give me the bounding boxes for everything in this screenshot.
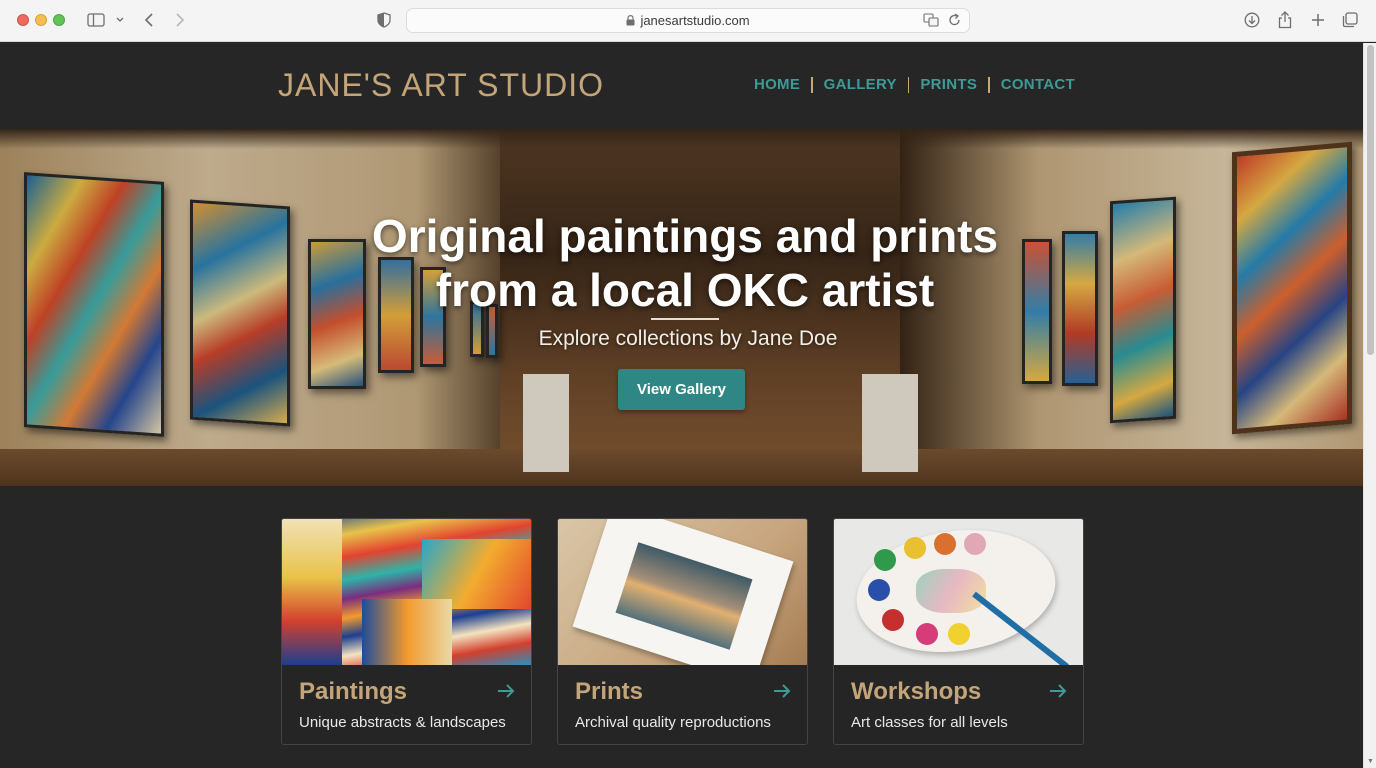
paint-blob: [934, 533, 956, 555]
close-window-button[interactable]: [17, 14, 29, 26]
translate-icon[interactable]: [923, 13, 939, 27]
paintings-image: [282, 519, 531, 665]
scroll-down-icon[interactable]: ▼: [1367, 758, 1374, 765]
hero-banner: Original paintings and prints from a loc…: [0, 129, 1363, 486]
prints-image: [558, 519, 807, 665]
hero-divider: [651, 318, 719, 320]
paint-blob: [948, 623, 970, 645]
sidebar-icon[interactable]: [86, 10, 106, 30]
url-text: janesartstudio.com: [640, 13, 750, 28]
new-tab-icon[interactable]: [1309, 10, 1327, 30]
arrow-right-icon[interactable]: [497, 684, 515, 703]
card-paintings[interactable]: Paintings Unique abstracts & landscapes: [281, 518, 532, 745]
card-description: Unique abstracts & landscapes: [299, 714, 506, 731]
paint-blob: [874, 549, 896, 571]
paint-stroke: [362, 599, 452, 665]
reload-icon[interactable]: [948, 13, 961, 27]
zoom-window-button[interactable]: [53, 14, 65, 26]
hero-title-line: from a local OKC artist: [435, 264, 935, 316]
address-bar[interactable]: janesartstudio.com: [406, 8, 970, 33]
card-title: Paintings: [299, 678, 408, 705]
nav-home[interactable]: HOME: [743, 76, 811, 93]
card-title: Workshops: [851, 678, 982, 705]
forward-icon[interactable]: [171, 10, 189, 30]
workshops-image: [834, 519, 1083, 665]
main-nav: HOME GALLERY PRINTS CONTACT: [743, 76, 1086, 93]
minimize-window-button[interactable]: [35, 14, 47, 26]
card-description: Art classes for all levels: [851, 714, 1008, 731]
vertical-scrollbar[interactable]: ▼: [1363, 43, 1376, 768]
nav-gallery[interactable]: GALLERY: [813, 76, 908, 93]
back-icon[interactable]: [140, 10, 158, 30]
paint-blob: [916, 623, 938, 645]
card-description: Archival quality reproductions: [575, 714, 771, 731]
scrollbar-thumb[interactable]: [1367, 45, 1374, 355]
site-header: JANE'S ART STUDIO HOME GALLERY PRINTS CO…: [0, 43, 1363, 129]
paint-blob: [904, 537, 926, 559]
arrow-right-icon[interactable]: [1049, 684, 1067, 703]
nav-contact[interactable]: CONTACT: [990, 76, 1086, 93]
lock-icon: [626, 15, 635, 26]
card-workshops[interactable]: Workshops Art classes for all levels: [833, 518, 1084, 745]
category-cards: Paintings Unique abstracts & landscapes …: [281, 518, 1084, 745]
hero-subtitle: Explore collections by Jane Doe: [538, 327, 838, 350]
shield-icon[interactable]: [375, 10, 393, 30]
nav-prints[interactable]: PRINTS: [909, 76, 988, 93]
download-icon[interactable]: [1243, 10, 1261, 30]
card-prints[interactable]: Prints Archival quality reproductions: [557, 518, 808, 745]
paint-blob: [964, 533, 986, 555]
hero-title-line: Original paintings and prints: [371, 210, 999, 262]
paint-stroke: [282, 519, 342, 665]
view-gallery-button[interactable]: View Gallery: [618, 369, 745, 410]
share-icon[interactable]: [1276, 10, 1294, 30]
browser-toolbar: janesartstudio.com: [0, 0, 1376, 42]
webpage: JANE'S ART STUDIO HOME GALLERY PRINTS CO…: [0, 43, 1363, 768]
paint-blob: [868, 579, 890, 601]
site-logo[interactable]: JANE'S ART STUDIO: [278, 67, 604, 104]
hero-title: Original paintings and prints from a loc…: [0, 209, 1363, 317]
tab-overview-icon[interactable]: [1341, 10, 1359, 30]
card-title: Prints: [575, 678, 644, 705]
chevron-down-icon[interactable]: [114, 10, 126, 30]
arrow-right-icon[interactable]: [773, 684, 791, 703]
paint-blob: [882, 609, 904, 631]
